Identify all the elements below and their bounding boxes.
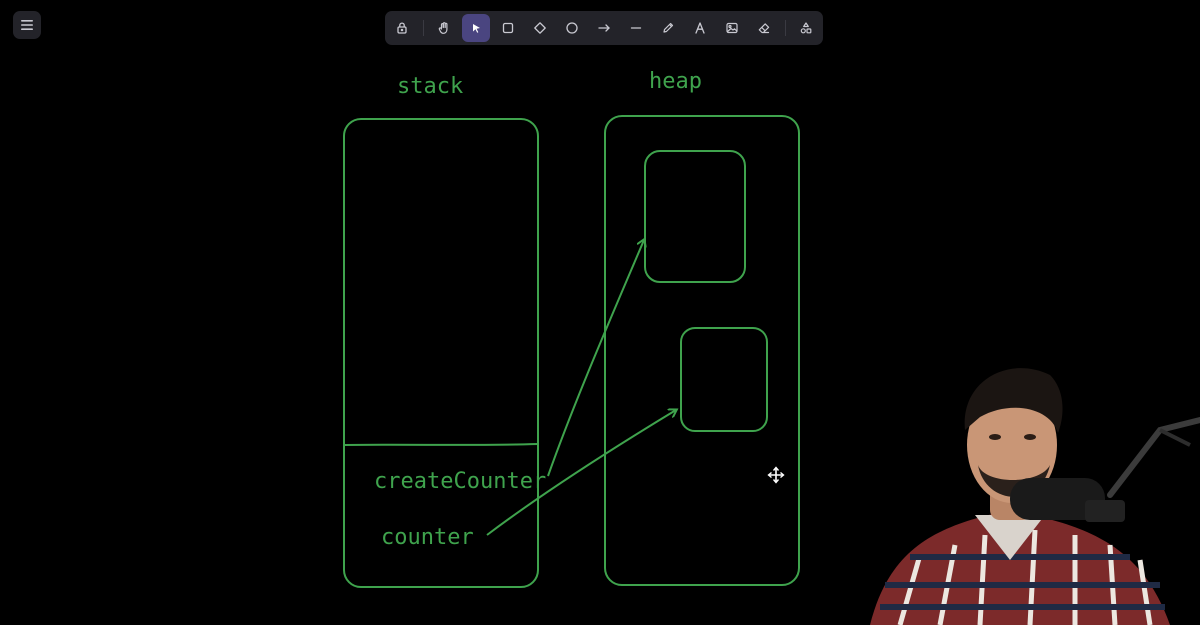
webcam-presenter [870,368,1200,625]
heap-label[interactable]: heap [649,69,702,94]
heap-object-top[interactable] [644,150,746,283]
stack-label[interactable]: stack [397,74,463,99]
createcounter-label[interactable]: createCounter [374,469,546,494]
stack-box[interactable] [343,118,539,588]
move-cursor-icon [767,466,785,484]
stack-frame-divider[interactable] [344,443,539,446]
arrow-createcounter-to-heap[interactable] [547,240,644,477]
heap-object-bottom[interactable] [680,327,768,432]
counter-label[interactable]: counter [381,525,474,550]
whiteboard-page: stack heap createCounter counter [0,0,1200,625]
heap-box[interactable] [604,115,800,586]
